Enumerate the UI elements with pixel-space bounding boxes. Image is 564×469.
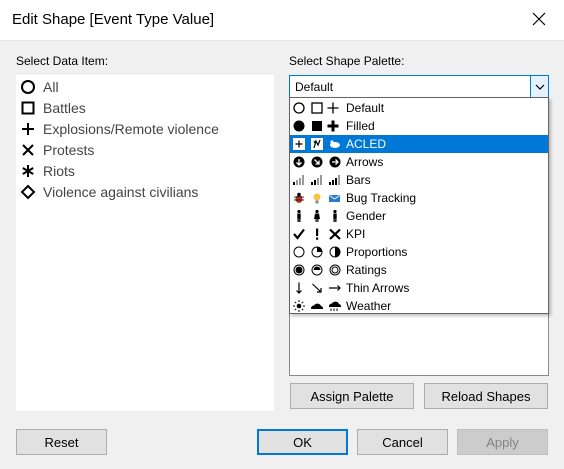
reload-shapes-button[interactable]: Reload Shapes [424,383,548,409]
acled-shapes-icon [293,138,341,150]
palette-option-label: Bars [346,173,371,187]
palette-combobox[interactable]: Default [289,75,549,98]
ok-button[interactable]: OK [257,429,348,455]
bars-shapes-icon [293,175,340,185]
palette-dropdown[interactable]: Default Filled ACLED Arrows Bars Bug Tra… [289,97,549,314]
reset-button[interactable]: Reset [16,429,107,455]
arrows-shapes-icon [293,156,341,168]
palette-option-thin-arrows[interactable]: Thin Arrows [290,279,548,297]
palette-option-label: ACLED [346,137,387,151]
diamond-outline-icon [20,184,36,200]
bug-tracking-shapes-icon [294,192,340,204]
palette-option-bars[interactable]: Bars [290,171,548,189]
data-item-explosions[interactable]: Explosions/Remote violence [20,118,219,139]
palette-option-label: Default [346,101,385,115]
cancel-button[interactable]: Cancel [357,429,448,455]
data-item-label: Battles [43,99,86,116]
ratings-shapes-icon [293,264,341,276]
palette-option-proportions[interactable]: Proportions [290,243,548,261]
palette-option-arrows[interactable]: Arrows [290,153,548,171]
weather-shapes-icon [293,300,342,312]
proportions-shapes-icon [293,246,341,258]
palette-option-label: KPI [346,227,366,241]
close-icon[interactable] [530,10,548,28]
palette-option-label: Thin Arrows [346,281,410,295]
palette-option-gender[interactable]: Gender [290,207,548,225]
palette-option-label: Proportions [346,245,408,259]
select-data-item-label: Select Data Item: [16,54,109,68]
kpi-shapes-icon [293,228,341,240]
palette-option-weather[interactable]: Weather [290,297,548,315]
data-item-protests[interactable]: Protests [20,139,94,160]
dialog-title: Edit Shape [Event Type Value] [12,11,215,28]
circle-outline-icon [20,79,36,95]
apply-button[interactable]: Apply [457,429,548,455]
plus-icon [20,121,36,137]
filled-shapes-icon [293,120,339,132]
title-bar: Edit Shape [Event Type Value] [0,0,564,40]
palette-option-ratings[interactable]: Ratings [290,261,548,279]
data-item-label: Riots [43,162,75,179]
data-item-label: Protests [43,141,95,158]
asterisk-icon [20,163,36,179]
data-item-violence[interactable]: Violence against civilians [20,181,198,202]
default-shapes-icon [293,102,339,114]
data-item-riots[interactable]: Riots [20,160,75,181]
palette-option-acled[interactable]: ACLED [290,135,548,153]
x-icon [20,142,36,158]
square-outline-icon [20,100,36,116]
palette-option-label: Filled [346,119,375,133]
combo-value: Default [295,80,334,94]
palette-option-label: Bug Tracking [346,191,417,205]
data-item-label: All [43,78,59,95]
thin-arrows-shapes-icon [296,282,341,294]
data-item-all[interactable]: All [20,76,59,97]
palette-option-label: Arrows [346,155,384,169]
chevron-down-icon[interactable] [530,76,548,97]
palette-option-label: Weather [346,299,392,313]
palette-option-default[interactable]: Default [290,99,548,117]
palette-option-label: Ratings [346,263,387,277]
gender-shapes-icon [297,209,337,222]
assign-palette-button[interactable]: Assign Palette [290,383,414,409]
select-shape-palette-label: Select Shape Palette: [289,54,405,68]
palette-option-kpi[interactable]: KPI [290,225,548,243]
data-item-list[interactable]: All Battles Explosions/Remote violence P… [16,75,274,411]
data-item-label: Violence against civilians [43,183,199,200]
palette-option-filled[interactable]: Filled [290,117,548,135]
palette-option-label: Gender [346,209,387,223]
data-item-label: Explosions/Remote violence [43,120,219,137]
palette-option-bug-tracking[interactable]: Bug Tracking [290,189,548,207]
data-item-battles[interactable]: Battles [20,97,86,118]
